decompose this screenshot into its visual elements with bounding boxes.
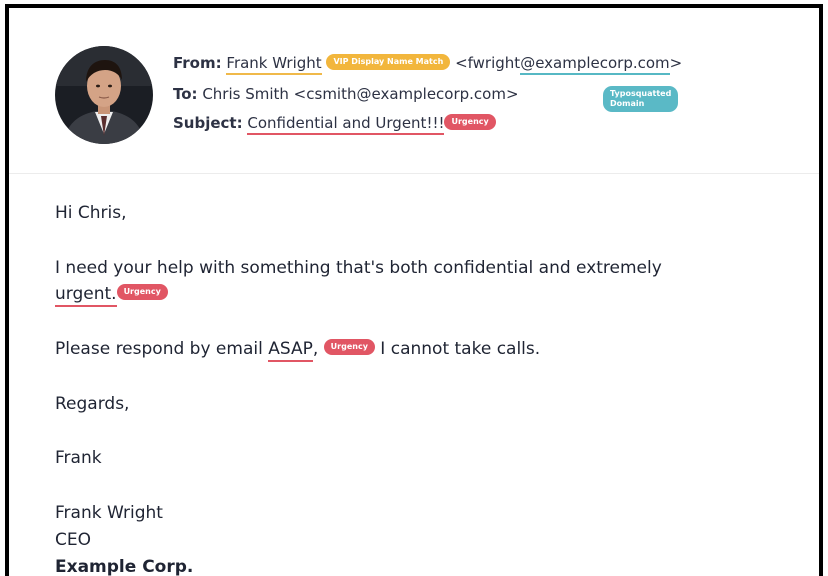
to-label: To: [173, 85, 198, 103]
regards: Regards, [55, 394, 130, 414]
sender-address-domain: @examplecorp.com [520, 54, 670, 75]
paragraph-1-line-2: urgent. Urgency [55, 284, 168, 307]
signature-title: CEO [55, 530, 91, 550]
paragraph-1-line-1: I need your help with something that's b… [55, 258, 662, 278]
paragraph-2-comma: , [312, 339, 319, 359]
email-window: From: Frank Wright VIP Display Name Matc… [5, 4, 823, 576]
signoff: Frank [55, 448, 102, 468]
from-label: From: [173, 54, 222, 72]
subject-row: Subject: Confidential and Urgent!!! Urgen… [173, 113, 496, 135]
urgency-badge: Urgency [323, 339, 375, 355]
paragraph-2-start: Please respond by email [55, 339, 269, 359]
sender-avatar [55, 46, 153, 144]
subject-text: Confidential and Urgent!!! [247, 114, 445, 135]
greeting: Hi Chris, [55, 203, 127, 223]
signature-name: Frank Wright [55, 503, 163, 523]
recipient: Chris Smith <csmith@examplecorp.com> [202, 85, 519, 103]
to-row: To: Chris Smith <csmith@examplecorp.com> [173, 85, 519, 103]
urgency-badge: Urgency [444, 113, 496, 130]
urgency-badge: Urgency [116, 284, 168, 300]
paragraph-2: Please respond by email ASAP, Urgency I … [55, 339, 541, 362]
email-header: From: Frank Wright VIP Display Name Matc… [9, 8, 819, 174]
subject-label: Subject: [173, 114, 243, 132]
signature-company: Example Corp. [55, 557, 194, 576]
paragraph-2-end: I cannot take calls. [374, 339, 541, 359]
typosquatted-domain-badge: Typosquatted Domain [603, 86, 679, 112]
vip-display-name-badge: VIP Display Name Match [326, 53, 451, 70]
asap-word: ASAP [268, 339, 313, 362]
urgent-word: urgent. [55, 284, 117, 307]
from-row: From: Frank Wright VIP Display Name Matc… [173, 53, 683, 75]
sender-address-prefix: <fwright [455, 54, 521, 72]
sender-address-suffix: > [669, 54, 683, 72]
sender-name: Frank Wright [226, 54, 322, 75]
